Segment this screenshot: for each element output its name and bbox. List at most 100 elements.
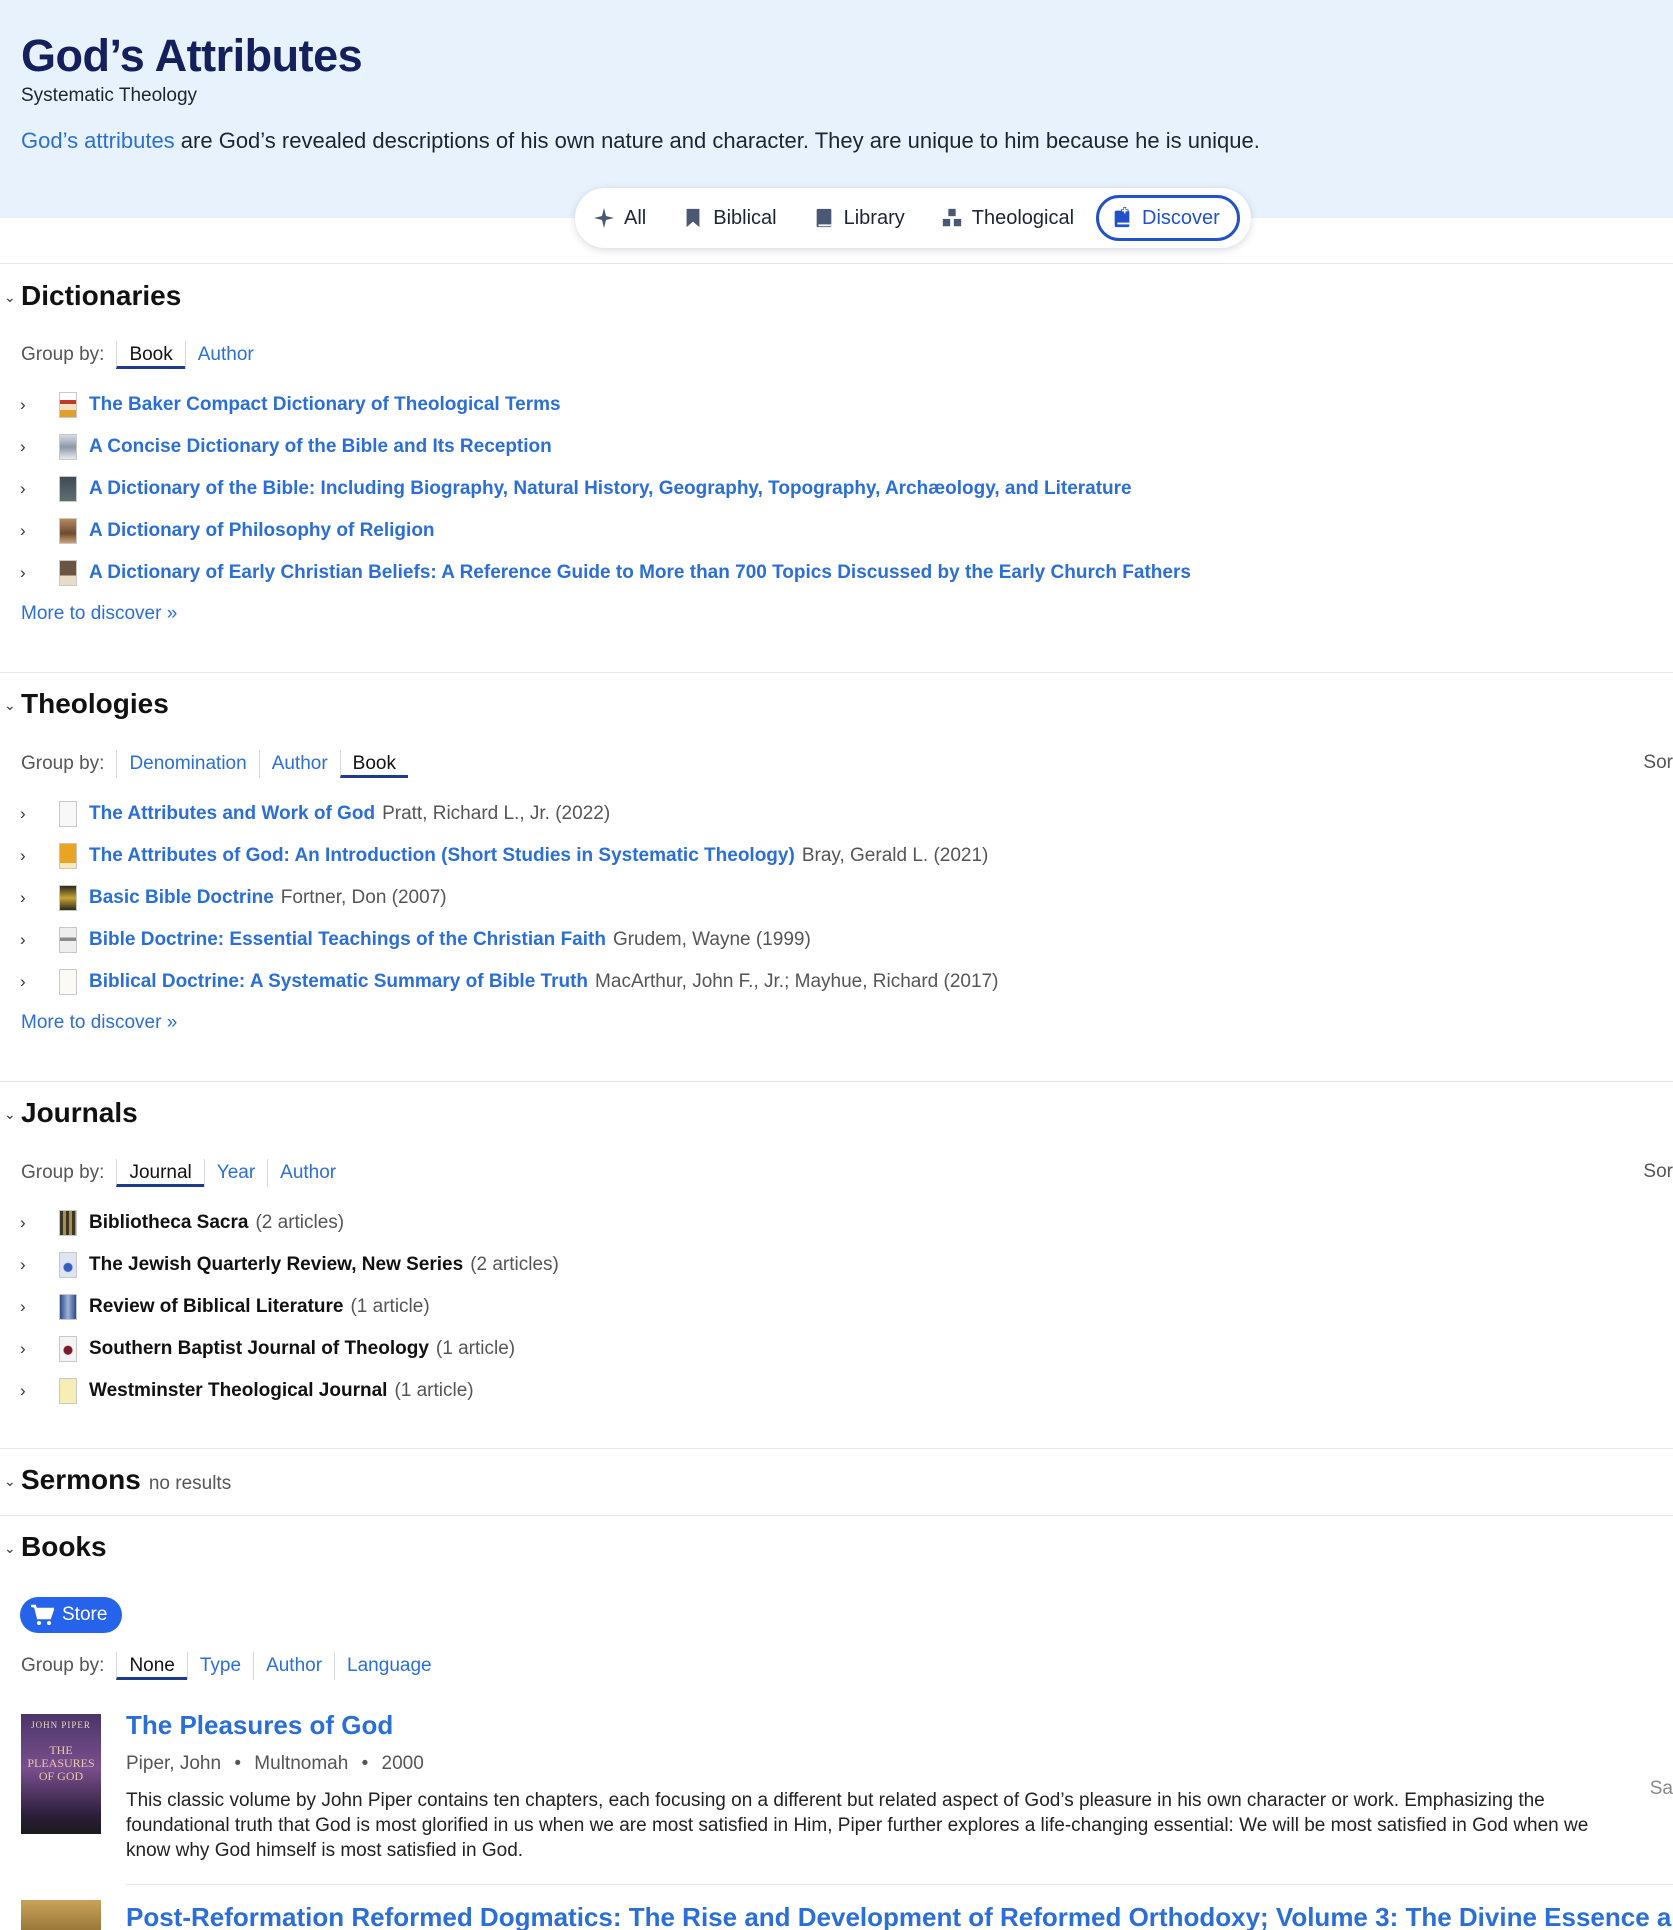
expand-chevron-icon[interactable]: › [20, 479, 42, 499]
item-title[interactable]: The Baker Compact Dictionary of Theologi… [89, 394, 561, 416]
book-year: 2000 [381, 1753, 424, 1774]
book-title-link[interactable]: Post-Reformation Reformed Dogmatics: The… [126, 1902, 1673, 1930]
list-item[interactable]: › Biblical Doctrine: A Systematic Summar… [0, 965, 998, 999]
collapse-chevron-icon[interactable]: ⌄ [4, 1473, 16, 1490]
group-option-book[interactable]: Book [116, 341, 185, 369]
group-option-author[interactable]: Author [184, 341, 266, 369]
item-title[interactable]: A Concise Dictionary of the Bible and It… [89, 436, 552, 458]
group-option-none[interactable]: None [116, 1652, 187, 1680]
side-action[interactable]: Sa [1650, 1778, 1673, 1800]
attributes-link[interactable]: God’s attributes [21, 128, 175, 153]
list-item[interactable]: › A Dictionary of Philosophy of Religion [0, 514, 435, 548]
item-title[interactable]: The Attributes and Work of God [89, 803, 375, 825]
add-library-icon [1114, 207, 1130, 228]
tab-discover[interactable]: Discover [1096, 195, 1240, 241]
cover-title: THE PLEASURES OF GOD [27, 1743, 95, 1783]
collapse-chevron-icon[interactable]: ⌄ [4, 1540, 16, 1557]
item-meta: (1 article) [435, 1338, 516, 1359]
book-publisher: Multnomah [254, 1753, 349, 1774]
group-option-author[interactable]: Author [267, 1159, 348, 1187]
list-item[interactable]: › A Dictionary of the Bible: Including B… [0, 472, 1132, 506]
book-cover-image[interactable] [21, 1900, 101, 1930]
group-option-book[interactable]: Book [339, 750, 408, 778]
expand-chevron-icon[interactable]: › [20, 521, 42, 541]
section-title[interactable]: Books [21, 1531, 107, 1563]
collapse-chevron-icon[interactable]: ⌄ [4, 289, 16, 306]
book-cover-thumbnail [59, 801, 77, 827]
tab-biblical[interactable]: Biblical [682, 195, 777, 241]
item-meta: Fortner, Don (2007) [280, 887, 447, 908]
expand-chevron-icon[interactable]: › [20, 1339, 42, 1359]
list-item[interactable]: › Bible Doctrine: Essential Teachings of… [0, 923, 811, 957]
collapse-chevron-icon[interactable]: ⌄ [4, 1106, 16, 1123]
tab-theological[interactable]: Theological [941, 195, 1074, 241]
list-item[interactable]: › The Jewish Quarterly Review, New Serie… [0, 1248, 559, 1282]
expand-chevron-icon[interactable]: › [20, 972, 42, 992]
item-title[interactable]: The Jewish Quarterly Review, New Series [89, 1254, 463, 1276]
item-title[interactable]: A Dictionary of Philosophy of Religion [89, 520, 435, 542]
list-item[interactable]: › A Concise Dictionary of the Bible and … [0, 430, 552, 464]
expand-chevron-icon[interactable]: › [20, 563, 42, 583]
journal-cover-thumbnail [59, 1252, 77, 1278]
item-title[interactable]: The Attributes of God: An Introduction (… [89, 845, 795, 867]
item-title[interactable]: Bible Doctrine: Essential Teachings of t… [89, 929, 606, 951]
group-by-bar: Group by: Journal Year Author [21, 1159, 348, 1187]
book-cover-thumbnail [59, 560, 77, 586]
group-option-author[interactable]: Author [253, 1652, 334, 1680]
section-title[interactable]: Dictionaries [21, 280, 181, 312]
item-title[interactable]: Basic Bible Doctrine [89, 887, 274, 909]
expand-chevron-icon[interactable]: › [20, 888, 42, 908]
section-title[interactable]: Sermons no results [21, 1464, 231, 1496]
tab-library[interactable]: Library [813, 195, 905, 241]
list-item[interactable]: › Westminster Theological Journal (1 art… [0, 1374, 474, 1408]
expand-chevron-icon[interactable]: › [20, 395, 42, 415]
expand-chevron-icon[interactable]: › [20, 804, 42, 824]
collapse-chevron-icon[interactable]: ⌄ [4, 697, 16, 714]
tab-label: All [624, 206, 647, 229]
list-item[interactable]: › The Baker Compact Dictionary of Theolo… [0, 388, 561, 422]
group-option-journal[interactable]: Journal [116, 1159, 204, 1187]
expand-chevron-icon[interactable]: › [20, 1297, 42, 1317]
group-option-type[interactable]: Type [186, 1652, 253, 1680]
cart-icon [31, 1604, 54, 1625]
expand-chevron-icon[interactable]: › [20, 1255, 42, 1275]
list-item[interactable]: › Basic Bible Doctrine Fortner, Don (200… [0, 881, 447, 915]
group-option-denomination[interactable]: Denomination [116, 750, 258, 778]
section-title[interactable]: Theologies [21, 688, 169, 720]
book-cover-image[interactable]: JOHN PIPER THE PLEASURES OF GOD [21, 1714, 101, 1834]
list-item[interactable]: › Review of Biblical Literature (1 artic… [0, 1290, 430, 1324]
item-title[interactable]: A Dictionary of the Bible: Including Bio… [89, 478, 1132, 500]
list-item[interactable]: › Southern Baptist Journal of Theology (… [0, 1332, 515, 1366]
item-title[interactable]: Biblical Doctrine: A Systematic Summary … [89, 971, 588, 993]
expand-chevron-icon[interactable]: › [20, 1381, 42, 1401]
cover-author: JOHN PIPER [31, 1720, 91, 1730]
more-to-discover-link[interactable]: More to discover » [21, 1012, 177, 1034]
list-item[interactable]: › A Dictionary of Early Christian Belief… [0, 556, 1191, 590]
expand-chevron-icon[interactable]: › [20, 930, 42, 950]
more-to-discover-link[interactable]: More to discover » [21, 603, 177, 625]
item-title[interactable]: Review of Biblical Literature [89, 1296, 343, 1318]
item-meta: Pratt, Richard L., Jr. (2022) [382, 803, 611, 824]
tab-all[interactable]: All [593, 195, 646, 241]
sort-control[interactable]: Sor [1643, 752, 1673, 774]
item-title[interactable]: A Dictionary of Early Christian Beliefs:… [89, 562, 1191, 584]
group-option-author[interactable]: Author [258, 750, 340, 778]
group-option-language[interactable]: Language [334, 1652, 444, 1680]
store-button[interactable]: Store [20, 1597, 122, 1633]
divider [0, 263, 1673, 264]
book-title-link[interactable]: The Pleasures of God [126, 1710, 393, 1741]
expand-chevron-icon[interactable]: › [20, 846, 42, 866]
list-item[interactable]: › The Attributes and Work of God Pratt, … [0, 797, 610, 831]
list-item[interactable]: › The Attributes of God: An Introduction… [0, 839, 988, 873]
book-author[interactable]: Piper, John [126, 1753, 221, 1774]
section-title[interactable]: Journals [21, 1097, 138, 1129]
item-meta: Bray, Gerald L. (2021) [801, 845, 989, 866]
item-title[interactable]: Bibliotheca Sacra [89, 1212, 248, 1234]
expand-chevron-icon[interactable]: › [20, 1213, 42, 1233]
group-option-year[interactable]: Year [203, 1159, 267, 1187]
item-title[interactable]: Southern Baptist Journal of Theology [89, 1338, 429, 1360]
list-item[interactable]: › Bibliotheca Sacra (2 articles) [0, 1206, 344, 1240]
item-title[interactable]: Westminster Theological Journal [89, 1380, 387, 1402]
sort-control[interactable]: Sor [1643, 1161, 1673, 1183]
expand-chevron-icon[interactable]: › [20, 437, 42, 457]
